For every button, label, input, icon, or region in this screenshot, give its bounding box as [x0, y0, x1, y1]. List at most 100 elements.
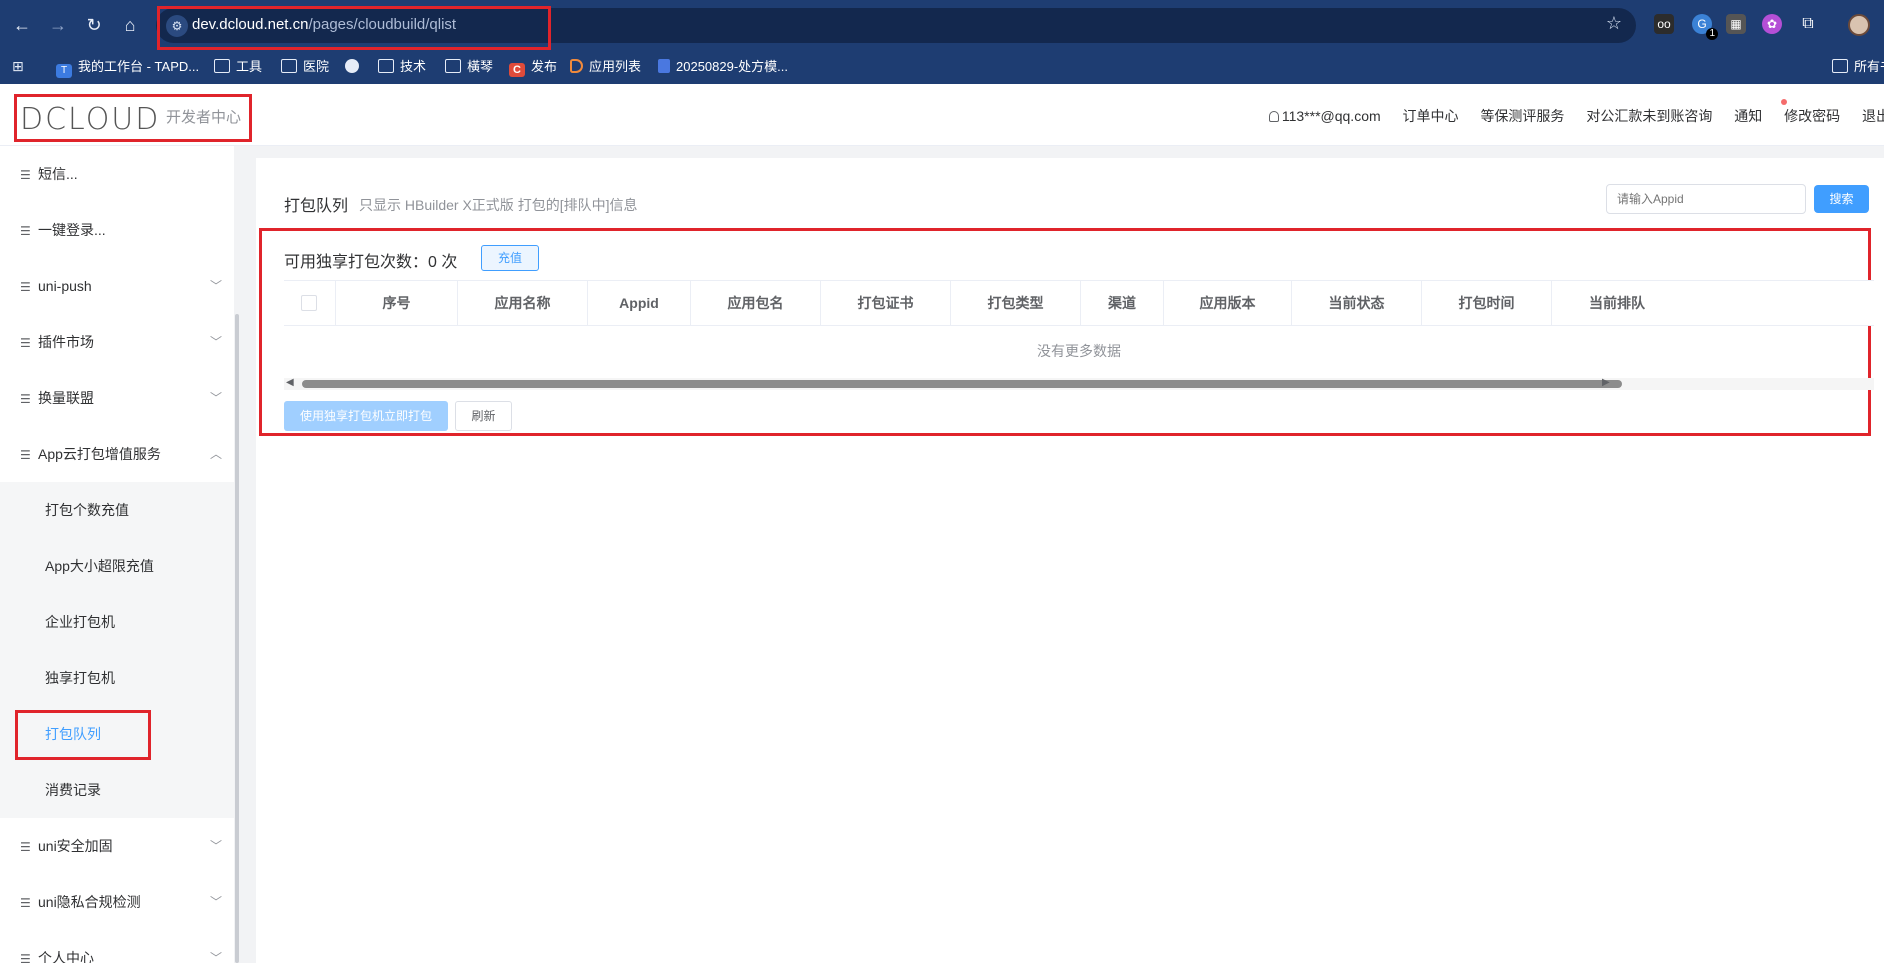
sidebar-sub-consumption[interactable]: 消费记录: [0, 762, 234, 818]
table-header: 序号 应用名称 Appid 应用包名 打包证书 打包类型 渠道 应用版本 当前状…: [284, 281, 1874, 326]
column-header[interactable]: 渠道: [1081, 281, 1164, 326]
user-email: 113***@qq.com: [1281, 108, 1381, 124]
chevron-down-icon: ﹀: [209, 335, 222, 349]
bookmark-label: 技术: [400, 59, 427, 74]
sidebar-item-app-cloud-build[interactable]: ☰ App云打包增值服务 ︿: [0, 426, 234, 482]
nav-notice[interactable]: 通知: [1734, 108, 1762, 124]
bookmark-folder-tools[interactable]: 工具: [214, 57, 262, 77]
sidebar-item-privacy[interactable]: ☰ uni隐私合规检测 ﹀: [0, 874, 234, 930]
extension-ai-icon[interactable]: ✿: [1762, 14, 1782, 34]
sidebar-item-onekey-login[interactable]: ☰ 一键登录...: [0, 202, 234, 258]
bookmark-folder-hospital[interactable]: 医院: [281, 57, 329, 77]
bookmark-star-icon[interactable]: ☆: [1606, 13, 1622, 34]
column-header[interactable]: 应用版本: [1164, 281, 1292, 326]
sidebar-item-sms[interactable]: ☰ 短信...: [0, 146, 234, 202]
bookmarks-bar: ⊞ T 我的工作台 - TAPD... 工具 医院 技术 橫琴 C 发布 应用列表 …: [0, 50, 1884, 84]
bookmark-app-list[interactable]: 应用列表: [570, 57, 641, 77]
exclusive-build-button[interactable]: 使用独享打包机立即打包: [284, 401, 448, 431]
bookmark-label: 发布: [531, 59, 558, 74]
bookmark-tapd[interactable]: T 我的工作台 - TAPD...: [56, 57, 199, 78]
appid-search-input[interactable]: [1606, 184, 1806, 214]
bookmark-folder-hengqin[interactable]: 橫琴: [445, 57, 493, 77]
sidebar-item-security[interactable]: ☰ uni安全加固 ﹀: [0, 818, 234, 874]
header-nav: 113***@qq.com 订单中心 等保测评服务 对公汇款未到账咨询 通知 修…: [1251, 99, 1884, 126]
extension-badge: 1: [1706, 28, 1718, 40]
recharge-button[interactable]: 充值: [481, 245, 539, 271]
sidebar-item-label: 个人中心: [38, 950, 94, 963]
select-all-checkbox[interactable]: [301, 295, 317, 311]
sidebar-sub-build-count[interactable]: 打包个数充值: [0, 482, 234, 538]
extension-glasses-icon[interactable]: oo: [1654, 14, 1674, 34]
column-header[interactable]: 当前状态: [1292, 281, 1422, 326]
page-title: 打包队列: [284, 198, 349, 215]
chevron-down-icon: ﹀: [209, 279, 222, 293]
nav-logout[interactable]: 退出: [1862, 106, 1884, 126]
sidebar-item-label: uni-push: [38, 278, 92, 294]
bookmark-doc[interactable]: 20250829-处方模...: [658, 57, 788, 77]
user-account[interactable]: 113***@qq.com: [1268, 108, 1381, 124]
tapd-icon: T: [56, 64, 72, 78]
extension-qr-icon[interactable]: ▦: [1726, 14, 1746, 34]
column-header[interactable]: Appid: [588, 281, 691, 326]
dcloud-logo[interactable]: DCLOUD: [20, 102, 160, 137]
select-all-cell: [284, 281, 336, 326]
column-header[interactable]: 当前排队: [1552, 281, 1682, 326]
apps-grid-icon[interactable]: ⊞: [12, 59, 27, 74]
column-header[interactable]: 打包类型: [951, 281, 1081, 326]
nav-orders[interactable]: 订单中心: [1403, 108, 1459, 124]
globe-icon: [345, 59, 359, 73]
build-queue-table: 序号 应用名称 Appid 应用包名 打包证书 打包类型 渠道 应用版本 当前状…: [284, 280, 1874, 390]
column-header[interactable]: 序号: [336, 281, 458, 326]
sidebar-item-label: 换量联盟: [38, 390, 94, 406]
page-description: 只显示 HBuilder X正式版 打包的[排队中]信息: [359, 197, 638, 213]
home-icon[interactable]: ⌂: [117, 12, 143, 38]
column-header[interactable]: 应用名称: [458, 281, 588, 326]
table-scroll-thumb[interactable]: [302, 380, 1622, 388]
bookmark-publish[interactable]: C 发布: [509, 57, 557, 77]
exclusive-quota: 可用独享打包次数：0 次: [284, 254, 458, 271]
sidebar-scroll-thumb[interactable]: [235, 314, 239, 963]
bookmark-label: 橫琴: [467, 59, 494, 74]
forward-arrow-icon[interactable]: →: [45, 12, 71, 38]
profile-avatar-icon[interactable]: [1848, 14, 1870, 36]
column-header[interactable]: 打包时间: [1422, 281, 1552, 326]
sidebar-item-exchange[interactable]: ☰ 换量联盟 ﹀: [0, 370, 234, 426]
bookmark-label: 应用列表: [589, 59, 642, 74]
extension-translate-icon[interactable]: G1: [1692, 14, 1718, 40]
sidebar-sub-app-size[interactable]: App大小超限充值: [0, 538, 234, 594]
column-header[interactable]: 应用包名: [691, 281, 821, 326]
browser-chrome: ← → ↻ ⌂ ⚙ dev.dcloud.net.cn/pages/cloudb…: [0, 0, 1884, 84]
back-arrow-icon[interactable]: ←: [9, 12, 35, 38]
dcloud-icon: [570, 59, 583, 73]
reload-icon[interactable]: ↻: [81, 12, 107, 38]
nav-security-test[interactable]: 等保测评服务: [1480, 108, 1564, 124]
sidebar-sub-exclusive[interactable]: 独享打包机: [0, 650, 234, 706]
folder-icon: [378, 59, 394, 73]
search-button[interactable]: 搜索: [1814, 185, 1869, 213]
bookmark-label: 医院: [303, 59, 330, 74]
list-icon: ☰: [20, 336, 31, 350]
list-icon: ☰: [20, 448, 31, 462]
scroll-right-arrow-icon[interactable]: ▶: [1602, 377, 1610, 388]
list-icon: ☰: [20, 896, 31, 910]
chevron-down-icon: ﹀: [209, 951, 222, 963]
nav-change-password[interactable]: 修改密码: [1784, 108, 1840, 124]
bookmark-globe[interactable]: [345, 57, 365, 77]
list-icon: ☰: [20, 280, 31, 294]
table-horizontal-scrollbar[interactable]: ◀ ▶: [284, 377, 1874, 390]
sidebar-sub-queue[interactable]: 打包队列: [0, 706, 234, 762]
scroll-left-arrow-icon[interactable]: ◀: [286, 377, 294, 388]
bookmark-label: 所有书: [1854, 59, 1884, 74]
refresh-button[interactable]: 刷新: [455, 401, 512, 431]
nav-remittance[interactable]: 对公汇款未到账咨询: [1586, 108, 1712, 124]
column-header[interactable]: 打包证书: [821, 281, 951, 326]
annotation-menu-frame: [15, 710, 151, 760]
sidebar-item-personal[interactable]: ☰ 个人中心 ﹀: [0, 930, 234, 963]
extensions-puzzle-icon[interactable]: ⧉: [1798, 14, 1818, 34]
sidebar-sub-enterprise[interactable]: 企业打包机: [0, 594, 234, 650]
annotation-url-frame: [157, 6, 551, 50]
sidebar-item-uni-push[interactable]: ☰ uni-push ﹀: [0, 258, 234, 314]
bookmark-all[interactable]: 所有书: [1832, 57, 1884, 77]
bookmark-folder-tech[interactable]: 技术: [378, 57, 426, 77]
sidebar-item-plugin-market[interactable]: ☰ 插件市场 ﹀: [0, 314, 234, 370]
